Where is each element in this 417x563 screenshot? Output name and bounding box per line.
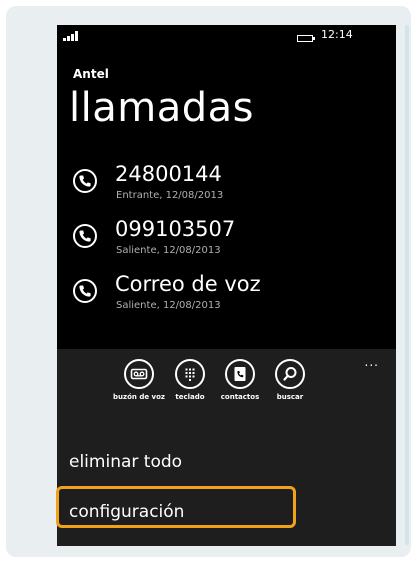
phone-screen: 12:14 Antel llamadas 24800144 Entrante, … — [57, 25, 396, 546]
status-time: 12:14 — [321, 28, 353, 41]
phone-icon — [73, 169, 97, 193]
page-title: llamadas — [69, 85, 254, 131]
call-detail: Entrante, 12/08/2013 — [116, 190, 224, 201]
phone-icon — [73, 224, 97, 248]
more-options-icon[interactable]: ... — [365, 355, 379, 369]
carrier-name: Antel — [73, 67, 109, 81]
voicemail-icon — [124, 359, 154, 389]
contacts-icon — [225, 359, 255, 389]
search-icon — [275, 359, 305, 389]
voicemail-label: buzón de voz — [113, 393, 165, 401]
call-history-item[interactable]: Correo de voz Saliente, 12/08/2013 — [73, 272, 383, 319]
phone-icon — [73, 279, 97, 303]
call-number: Correo de voz — [115, 272, 261, 296]
voicemail-button[interactable]: buzón de voz — [110, 359, 168, 401]
settings-highlight-box — [56, 486, 296, 528]
call-history-item[interactable]: 099103507 Saliente, 12/08/2013 — [73, 217, 383, 264]
keypad-icon — [175, 359, 205, 389]
call-detail: Saliente, 12/08/2013 — [116, 245, 221, 256]
call-history-item[interactable]: 24800144 Entrante, 12/08/2013 — [73, 162, 383, 209]
signal-strength-icon — [63, 31, 81, 41]
card-edge — [405, 25, 409, 545]
battery-icon — [297, 35, 315, 42]
call-number: 24800144 — [115, 162, 222, 186]
search-label: buscar — [276, 393, 304, 401]
search-button[interactable]: buscar — [261, 359, 319, 401]
call-number: 099103507 — [115, 217, 236, 241]
status-bar: 12:14 — [57, 25, 396, 49]
menu-item-delete-all[interactable]: eliminar todo — [69, 452, 182, 472]
call-detail: Saliente, 12/08/2013 — [116, 300, 221, 311]
